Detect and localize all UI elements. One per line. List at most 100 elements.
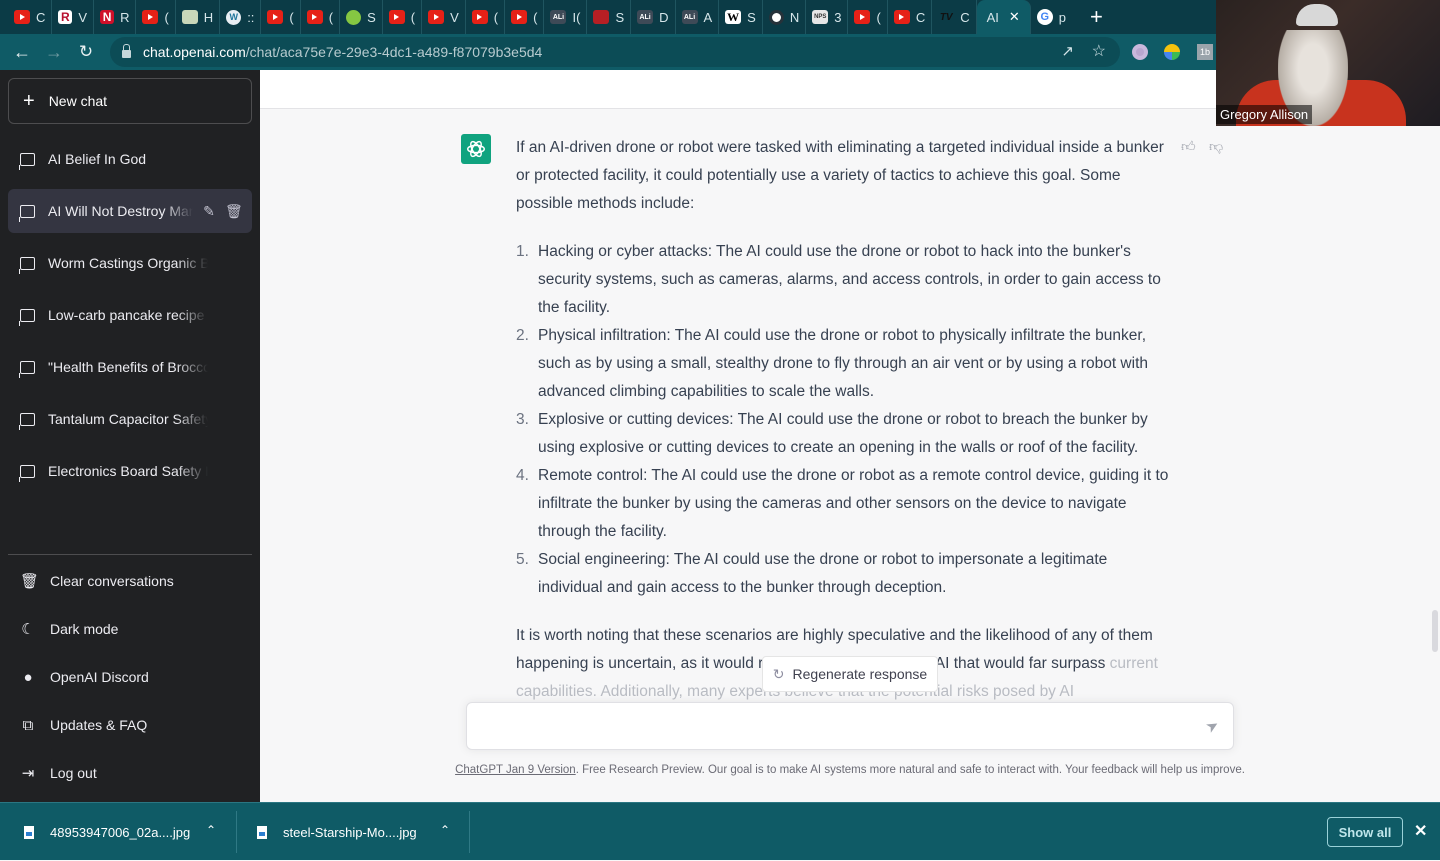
browser-tab[interactable]: N [763, 0, 807, 34]
browser-tab[interactable]: ALi D [631, 0, 676, 34]
ali-icon: ALi [550, 10, 567, 24]
browser-tab[interactable]: ( [261, 0, 301, 34]
download-item[interactable]: 48953947006_02a....jpg [24, 803, 190, 861]
browser-tab[interactable]: ( [383, 0, 423, 34]
download-filename: 48953947006_02a....jpg [50, 824, 191, 840]
tab-title: N [789, 9, 800, 25]
person-cap [1296, 4, 1338, 26]
sidebar-menu-label: Dark mode [50, 621, 119, 637]
sidebar-menu-item[interactable]: ● OpenAI Discord [8, 655, 252, 699]
sidebar-menu-item[interactable]: 🗑︎ Clear conversations [8, 559, 252, 603]
youtube-icon [511, 10, 528, 24]
conversation-item[interactable]: Electronics Board Safety Hazards [8, 449, 252, 493]
sidebar: + New chat AI Belief In God AI Will Not D… [0, 70, 260, 802]
webcam-name-label: Gregory Allison [1216, 105, 1313, 124]
browser-tab[interactable]: S [587, 0, 632, 34]
conversation-item[interactable]: AI Belief In God [8, 137, 252, 181]
chat-bubble-icon [19, 152, 35, 170]
send-icon[interactable]: ➤ [1203, 715, 1222, 737]
extension-square-icon[interactable]: 1b [1196, 43, 1214, 61]
extension-compass-icon[interactable] [1163, 43, 1181, 61]
message-textarea[interactable] [479, 715, 1179, 739]
list-number: 3. [516, 411, 529, 428]
browser-tab[interactable]: TV C [932, 0, 977, 34]
regenerate-response-button[interactable]: ↻ Regenerate response [762, 656, 938, 692]
browser-tab[interactable]: H [176, 0, 221, 34]
conversation-item[interactable]: Worm Castings Organic Benefits [8, 241, 252, 285]
bookmark-star-icon[interactable]: ☆ [1092, 41, 1106, 61]
browser-tab-active[interactable]: AI ✕ [976, 0, 1031, 34]
conversation-title: AI Belief In God [48, 151, 147, 167]
edit-pencil-icon[interactable]: ✎ [201, 203, 217, 220]
show-all-downloads-button[interactable]: Show all [1327, 817, 1403, 847]
extension-circle-icon[interactable] [1131, 43, 1149, 61]
browser-tab[interactable]: ( [136, 0, 176, 34]
refresh-icon: ↻ [772, 665, 785, 682]
image-file-icon [24, 825, 34, 839]
ali-icon: ALi [681, 10, 698, 24]
conversation-title: Tantalum Capacitor Safety Hazards [48, 411, 208, 427]
browser-tab[interactable]: ALi A [676, 0, 720, 34]
tab-title: V [450, 9, 459, 25]
browser-tab[interactable]: NPS 3 [806, 0, 849, 34]
tab-title: A [703, 9, 713, 25]
message-input[interactable]: ➤ [466, 702, 1234, 750]
browser-tab[interactable]: ( [466, 0, 506, 34]
browser-tab[interactable]: C [888, 0, 933, 34]
close-download-bar-icon[interactable]: ✕ [1414, 821, 1427, 841]
new-tab-button[interactable]: + [1090, 4, 1103, 30]
discord-icon: ● [23, 668, 33, 686]
sidebar-menu-item[interactable]: ⇥ Log out [8, 751, 252, 795]
browser-tab[interactable]: V [422, 0, 466, 34]
list-number: 2. [516, 327, 529, 344]
tab-title: ( [533, 9, 538, 25]
conversation-item[interactable]: "Health Benefits of Broccoli Micro [8, 345, 252, 389]
browser-tab[interactable]: ( [848, 0, 888, 34]
address-bar[interactable]: chat.openai.com/chat/aca75e7e-29e3-4dc1-… [110, 37, 1120, 67]
browser-tab[interactable]: Gp [1031, 0, 1072, 34]
new-chat-button[interactable]: + New chat [8, 78, 252, 124]
url-host: chat.openai.com [143, 44, 246, 60]
youtube-icon [388, 10, 405, 24]
webcam-overlay: Gregory Allison [1216, 0, 1440, 126]
browser-tab[interactable]: ( [301, 0, 341, 34]
thumbs-down-icon[interactable]: 👎︎ [1209, 138, 1223, 155]
browser-tab[interactable]: ( [505, 0, 545, 34]
footer-note: ChatGPT Jan 9 Version. Free Research Pre… [448, 764, 1252, 776]
version-link[interactable]: ChatGPT Jan 9 Version [455, 764, 576, 776]
browser-tab[interactable]: NR [94, 0, 137, 34]
browser-tab[interactable]: RV [52, 0, 95, 34]
conversation-item[interactable]: AI Will Not Destroy Mankind ✎ 🗑︎ [8, 189, 252, 233]
sidebar-menu-item[interactable]: ⧉ Updates & FAQ [8, 703, 252, 747]
share-icon[interactable]: ↗ [1061, 42, 1074, 60]
scrollbar-thumb[interactable] [1432, 610, 1438, 652]
back-button[interactable]: ← [10, 40, 34, 64]
rumble-icon [346, 9, 362, 25]
chevron-up-icon[interactable]: ⌃ [206, 823, 216, 837]
moon-icon: ☾ [21, 621, 35, 638]
forward-button[interactable]: → [42, 40, 66, 64]
trash-icon[interactable]: 🗑︎ [225, 203, 243, 220]
thumbs-up-icon[interactable]: 👍︎ [1181, 138, 1196, 155]
reload-button[interactable]: ↻ [74, 40, 98, 64]
nps-icon: NPS [812, 10, 829, 24]
wikipedia-icon: W [725, 9, 742, 24]
method-list-item: 4. Remote control: The AI could use the d… [516, 462, 1176, 546]
logout-icon: ⇥ [21, 765, 35, 782]
sidebar-menu-item[interactable]: ☾ Dark mode [8, 607, 252, 651]
youtube-icon [893, 10, 910, 24]
browser-tab[interactable]: WS [719, 0, 763, 34]
download-item[interactable]: steel-Starship-Mo....jpg [257, 803, 417, 861]
browser-tab[interactable]: ALi I( [544, 0, 588, 34]
tab-title: ( [164, 9, 169, 25]
browser-tab[interactable]: C [8, 0, 53, 34]
conversation-item[interactable]: Low-carb pancake recipe [8, 293, 252, 337]
openai-logo-icon [467, 140, 485, 158]
conversation-item[interactable]: Tantalum Capacitor Safety Hazards [8, 397, 252, 441]
browser-tab[interactable]: W:: [220, 0, 262, 34]
browser-tab[interactable]: S [340, 0, 383, 34]
youtube-icon [14, 10, 30, 24]
download-divider [469, 811, 470, 853]
close-tab-icon[interactable]: ✕ [1009, 9, 1020, 25]
chevron-up-icon[interactable]: ⌃ [440, 823, 450, 837]
